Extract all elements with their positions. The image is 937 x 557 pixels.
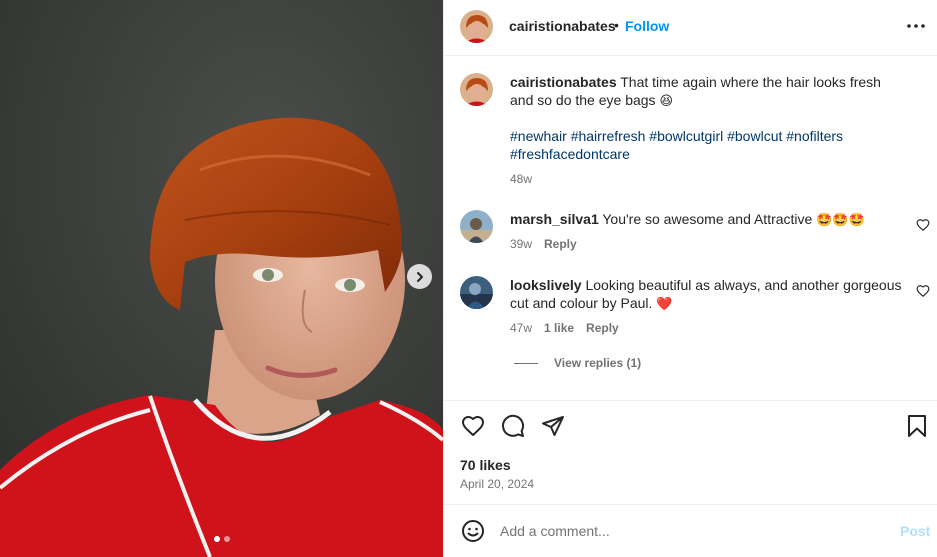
emoji-picker-button[interactable] [460, 518, 486, 544]
more-options-button[interactable] [906, 16, 926, 36]
comment-text: marsh_silva1 You're so awesome and Attra… [510, 210, 902, 230]
comment-username[interactable]: lookslively [510, 277, 582, 293]
comment-input[interactable] [500, 519, 880, 543]
heart-outline-icon [916, 285, 930, 298]
caption: cairistionabates That time again where t… [460, 73, 930, 193]
view-replies-button[interactable]: View replies (1) [514, 356, 641, 370]
share-button[interactable] [540, 413, 566, 439]
next-photo-button[interactable] [407, 264, 432, 289]
like-button[interactable] [460, 413, 486, 439]
add-comment-bar: Post [444, 504, 937, 557]
star-struck-emoji: 🤩🤩🤩 [816, 213, 865, 228]
comment-text: lookslively Looking beautiful as always,… [510, 276, 902, 314]
more-horizontal-icon [907, 24, 925, 28]
comment-username[interactable]: marsh_silva1 [510, 211, 599, 227]
chevron-right-icon [416, 271, 423, 282]
post-actions: 70 likes April 20, 2024 [444, 400, 937, 505]
separator-dot: • [614, 17, 619, 33]
hashtags: #newhair #hairrefresh #bowlcutgirl #bowl… [510, 127, 902, 163]
post-detail-panel: cairistionabates • Follow cairistionabat… [443, 0, 937, 557]
caption-meta: 48w [510, 172, 532, 186]
author-username[interactable]: cairistionabates [509, 18, 616, 34]
likes-count[interactable]: 70 likes [460, 457, 511, 473]
portrait-image [0, 0, 443, 557]
reply-button[interactable]: Reply [586, 321, 619, 335]
heart-outline-icon [916, 219, 930, 232]
caption-text: cairistionabates That time again where t… [510, 73, 902, 111]
bookmark-icon [908, 415, 926, 437]
heart-outline-icon [462, 416, 484, 436]
hashtag-line[interactable]: #newhair #hairrefresh #bowlcutgirl #bowl… [510, 127, 902, 145]
comment-time[interactable]: 39w [510, 237, 532, 251]
replies-divider [514, 362, 538, 364]
comment-meta: 47w 1 like Reply [510, 321, 619, 335]
caption-time[interactable]: 48w [510, 172, 532, 186]
comments-list[interactable]: cairistionabates That time again where t… [444, 57, 937, 400]
carousel-dots [0, 536, 443, 542]
avatar[interactable] [460, 276, 493, 309]
comment-likes[interactable]: 1 like [544, 321, 574, 335]
avatar[interactable] [460, 10, 493, 43]
avatar[interactable] [460, 73, 493, 106]
carousel-dot [213, 536, 220, 542]
comment-bubble-icon [502, 414, 525, 437]
comment-time[interactable]: 47w [510, 321, 532, 335]
paper-plane-icon [542, 416, 564, 436]
view-replies-label: View replies (1) [554, 356, 642, 370]
comment-meta: 39w Reply [510, 237, 577, 251]
red-heart-emoji: ❤️ [656, 297, 673, 312]
comment-button[interactable] [500, 413, 526, 439]
save-button[interactable] [904, 413, 930, 439]
like-comment-button[interactable] [916, 284, 930, 298]
comment-body: You're so awesome and Attractive [602, 211, 813, 227]
caption-username[interactable]: cairistionabates [510, 74, 617, 90]
grin-emoji: 😆 [659, 94, 674, 109]
hashtag-line[interactable]: #freshfacedontcare [510, 145, 902, 163]
reply-button[interactable]: Reply [544, 237, 577, 251]
carousel-dot [223, 536, 230, 542]
follow-button[interactable]: Follow [625, 18, 669, 34]
comment-item: lookslively Looking beautiful as always,… [460, 276, 930, 346]
post-date[interactable]: April 20, 2024 [460, 477, 534, 491]
post-comment-button[interactable]: Post [900, 523, 930, 539]
avatar[interactable] [460, 210, 493, 243]
smiley-icon [462, 520, 484, 542]
comment-item: marsh_silva1 You're so awesome and Attra… [460, 210, 930, 256]
post-header: cairistionabates • Follow [444, 0, 937, 56]
post-photo[interactable] [0, 0, 443, 557]
like-comment-button[interactable] [916, 218, 930, 232]
